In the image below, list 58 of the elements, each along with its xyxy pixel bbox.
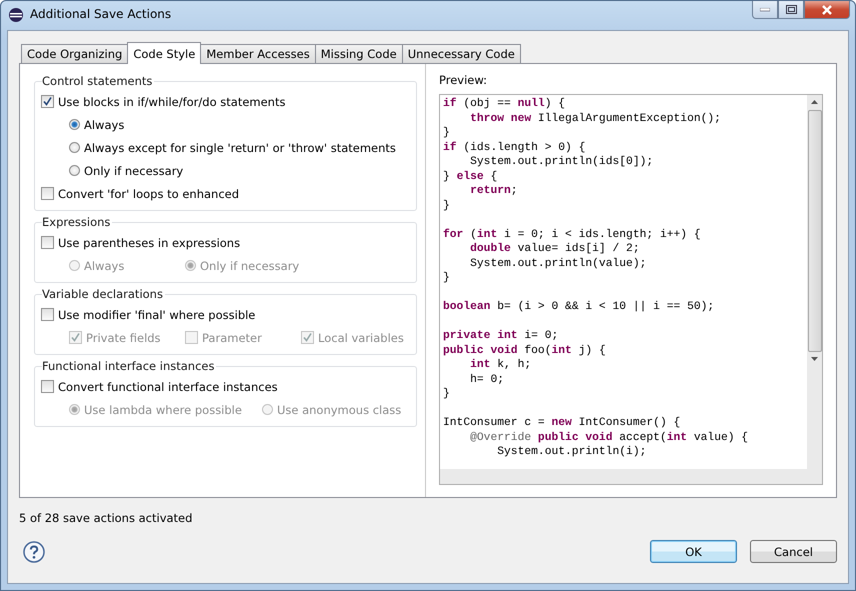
checkbox-option[interactable]: Convert 'for' loops to enhanced	[41, 182, 240, 205]
radio-option[interactable]: Only if necessary	[69, 159, 184, 182]
code-line: boolean b= (i > 0 && i < 10 || i == 50);	[443, 300, 714, 314]
code-line: int k, h;	[469, 358, 532, 372]
code-line: IntConsumer c = new IntConsumer() {	[443, 416, 680, 430]
close-icon	[821, 4, 833, 14]
radio-option[interactable]: Always	[69, 113, 165, 136]
window-title: Additional Save Actions	[30, 7, 172, 21]
status-text: 5 of 28 save actions activated	[19, 511, 194, 527]
scroll-up-icon[interactable]	[811, 100, 818, 104]
code-line: return;	[469, 184, 518, 198]
horizontal-scrollbar[interactable]	[440, 469, 822, 484]
code-line: }	[443, 387, 450, 402]
code-line: h= 0;	[469, 372, 504, 387]
checkmark-icon	[302, 332, 313, 343]
minimize-icon	[760, 8, 770, 12]
checkbox-option[interactable]: Convert functional interface instances	[41, 375, 278, 398]
close-button[interactable]	[804, 1, 850, 19]
tab[interactable]: Code Style	[127, 42, 202, 64]
code-line: } else {	[443, 170, 498, 184]
group-title: Expressions	[42, 215, 112, 229]
group-title: Functional interface instances	[42, 359, 216, 373]
group-title: Control statements	[42, 74, 154, 88]
code-line: }	[443, 198, 450, 213]
vertical-scrollbar[interactable]	[807, 95, 822, 469]
dialog-button[interactable]: OK	[650, 540, 737, 563]
app-icon	[8, 7, 24, 23]
code-line: if (ids.length > 0) {	[443, 140, 586, 155]
checkmark-icon	[70, 332, 81, 343]
checkbox-option[interactable]: Use modifier 'final' where possible	[41, 303, 256, 326]
code-line: System.out.println(ids[0]);	[469, 155, 654, 170]
maximize-button[interactable]	[778, 1, 804, 19]
code-line: }	[443, 126, 450, 140]
tab[interactable]: Unnecessary Code	[402, 44, 521, 63]
checkmark-icon	[42, 96, 53, 107]
tab[interactable]: Code Organizing	[21, 44, 128, 63]
checkbox-option[interactable]: Use blocks in if/while/for/do statements	[41, 90, 286, 113]
code-line: System.out.println(value);	[469, 256, 646, 271]
tab[interactable]: Missing Code	[314, 44, 403, 63]
code-line: @Override public void accept(int value) {	[469, 430, 748, 445]
dialog-button[interactable]: Cancel	[750, 540, 837, 563]
code-line: for (int i = 0; i < ids.length; i++) {	[443, 228, 701, 242]
code-line: System.out.println(i);	[496, 445, 646, 460]
code-line: double value= ids[i] / 2;	[469, 242, 640, 256]
help-icon[interactable]	[23, 540, 45, 562]
checkbox-option[interactable]: Use parentheses in expressions	[41, 231, 240, 254]
maximize-icon	[786, 5, 796, 14]
scroll-down-icon[interactable]	[811, 357, 818, 361]
group-title: Variable declarations	[42, 287, 164, 301]
radio-option[interactable]: Always except for single 'return' or 'throw' statements	[69, 136, 396, 159]
code-line: if (obj == null) {	[443, 97, 566, 112]
code-line: public void foo(int j) {	[443, 344, 606, 358]
tab[interactable]: Member Accesses	[200, 44, 316, 63]
preview-label: Preview:	[439, 73, 488, 87]
code-line: throw new IllegalArgumentException();	[469, 112, 721, 126]
code-line: private int i= 0;	[443, 329, 558, 344]
minimize-button[interactable]	[752, 1, 778, 19]
code-line: }	[443, 271, 450, 286]
